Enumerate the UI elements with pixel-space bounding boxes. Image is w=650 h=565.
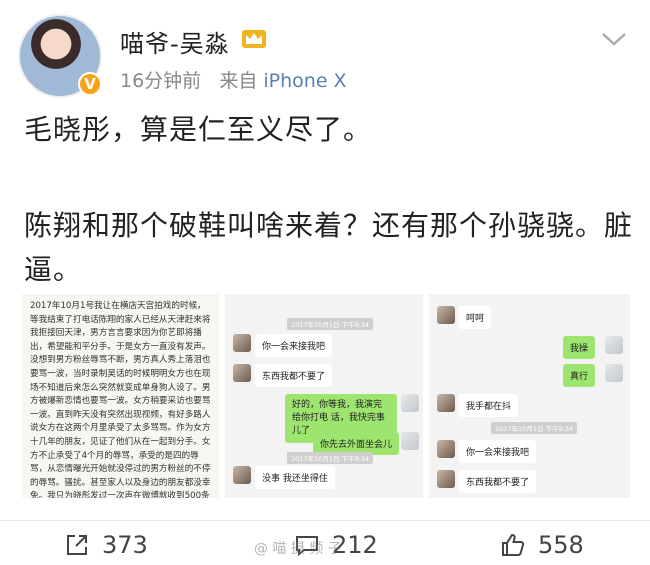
image-document[interactable]: 2017年10月1号我让在横店天宫拍戏的时候，等我结束了打电话陈翔的家人已经从天… (22, 294, 219, 498)
chat-avatar-self (605, 336, 623, 354)
user-avatar[interactable]: V (18, 14, 102, 98)
chevron-down-icon[interactable] (600, 30, 628, 48)
chat-avatar (437, 440, 455, 458)
post-paragraph-2: 陈翔和那个破鞋叫啥来着？还有那个孙骁骁。脏逼。 (24, 209, 634, 286)
chat-avatar (437, 394, 455, 412)
verified-badge: V (78, 72, 102, 96)
post-time: 16分钟前 (120, 70, 202, 92)
chat-bubble: 我手都在抖 (459, 394, 519, 417)
chat-avatar (233, 364, 251, 382)
chat-avatar (437, 470, 455, 488)
username[interactable]: 喵爷-吴淼 (120, 24, 230, 59)
chat-bubble-self: 真行 (563, 364, 596, 387)
chat-time: 2017年10月1日 下午9:34 (491, 422, 578, 434)
watermark: @ 喵 摄 频 子 (254, 541, 342, 557)
chat-bubble: 东西我都不要了 (255, 364, 333, 387)
share-button[interactable]: 373 (64, 531, 148, 559)
chat-bubble: 你一会来接我吧 (459, 440, 537, 463)
image-grid: 2017年10月1号我让在横店天宫拍戏的时候，等我结束了打电话陈翔的家人已经从天… (22, 294, 630, 498)
chat-avatar (233, 334, 251, 352)
like-count: 558 (538, 531, 584, 559)
image-chat-1[interactable]: 2017年10月1日 下午9:34 你一会来接我吧 东西我都不要了 好的，你等我… (225, 294, 423, 498)
crown-icon (242, 30, 266, 48)
share-icon (67, 535, 87, 555)
source-device[interactable]: iPhone X (263, 70, 346, 92)
chat-avatar-self (605, 364, 623, 382)
chat-bubble: 呵呵 (459, 306, 492, 329)
chat-avatar-self (401, 394, 419, 412)
chat-avatar (437, 306, 455, 324)
document-text: 2017年10月1号我让在横店天宫拍戏的时候，等我结束了打电话陈翔的家人已经从天… (30, 301, 211, 498)
image-chat-2[interactable]: 呵呵 我操 真行 我手都在抖 2017年10月1日 下午9:34 你一会来接我吧… (429, 294, 630, 498)
post-header: V 喵爷-吴淼 16分钟前 来自 iPhone X (0, 0, 650, 100)
chat-bubble-self: 我操 (563, 336, 596, 359)
like-button[interactable]: 558 (500, 531, 584, 559)
chat-bubble: 你一会来接我吧 (255, 334, 333, 357)
thumbs-up-icon (502, 533, 525, 556)
post-paragraph-1: 毛晓彤，算是仁至义尽了。 (24, 113, 373, 146)
chat-bubble: 没事 我还坐得住 (255, 466, 335, 489)
post-meta: 16分钟前 来自 iPhone X (120, 66, 347, 93)
share-count: 373 (102, 531, 148, 559)
chat-time: 2017年10月1日 下午9:34 (287, 318, 374, 330)
chat-avatar-self (401, 432, 419, 450)
chat-bubble: 东西我都不要了 (459, 470, 537, 493)
chat-time: 2017年10月1日 下午9:34 (287, 452, 374, 464)
source-prefix: 来自 (219, 70, 258, 92)
chat-avatar (233, 466, 251, 484)
